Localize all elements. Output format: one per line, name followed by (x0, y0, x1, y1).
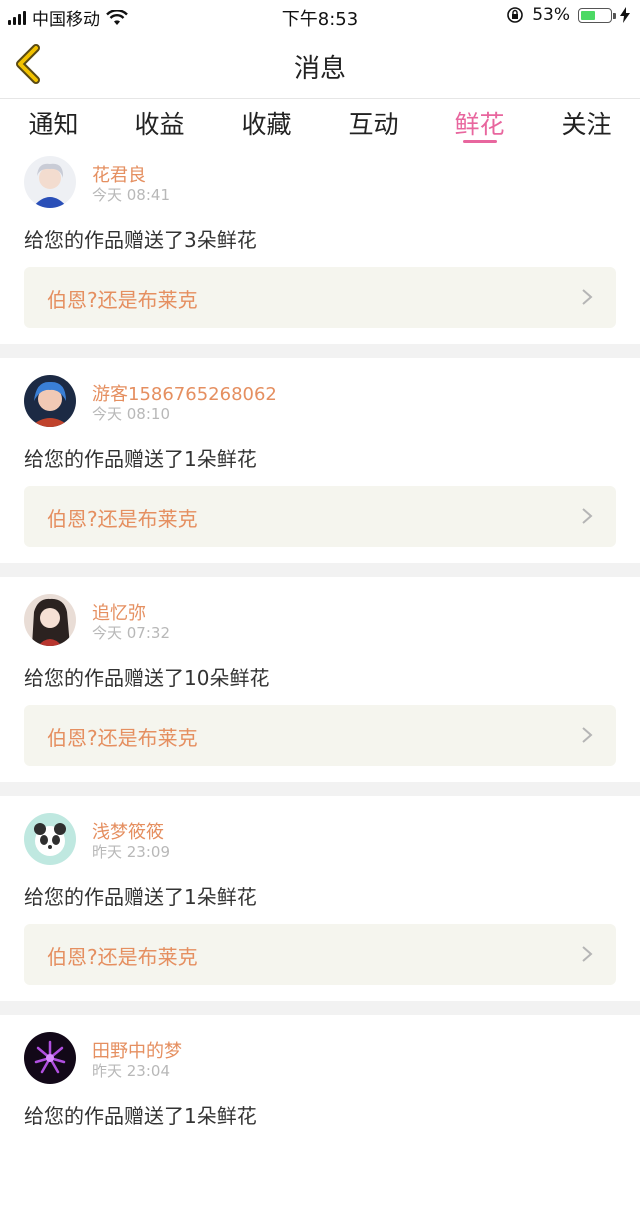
message-item: 游客1586765268062 今天 08:10 给您的作品赠送了1朵鲜花 伯恩… (0, 369, 640, 563)
tab-flowers[interactable]: 鲜花 (426, 105, 533, 141)
tab-interactions[interactable]: 互动 (320, 105, 427, 141)
work-title: 伯恩?还是布莱克 (47, 288, 198, 312)
message-time: 今天 08:41 (92, 186, 170, 204)
battery-percent: 53% (532, 5, 570, 25)
avatar[interactable] (24, 594, 76, 646)
chevron-right-icon (582, 727, 593, 743)
avatar[interactable] (24, 813, 76, 865)
avatar[interactable] (24, 375, 76, 427)
divider (0, 1001, 640, 1015)
work-link[interactable]: 伯恩?还是布莱克 (24, 486, 616, 547)
work-link[interactable]: 伯恩?还是布莱克 (24, 705, 616, 766)
orientation-lock-icon (507, 7, 524, 23)
message-list: 花君良 今天 08:41 给您的作品赠送了3朵鲜花 伯恩?还是布莱克 游客158… (0, 150, 640, 1220)
chevron-right-icon (582, 946, 593, 962)
message-time: 今天 08:10 (92, 405, 170, 423)
gift-text: 给您的作品赠送了1朵鲜花 (24, 447, 257, 471)
message-time: 昨天 23:04 (92, 1062, 170, 1080)
status-bar: 中国移动 下午8:53 53% (0, 0, 640, 32)
gift-text: 给您的作品赠送了3朵鲜花 (24, 228, 257, 252)
message-time: 昨天 23:09 (92, 843, 170, 861)
divider (0, 563, 640, 577)
message-time: 今天 07:32 (92, 624, 170, 642)
charging-icon (620, 7, 630, 23)
divider (0, 782, 640, 796)
work-title: 伯恩?还是布莱克 (47, 507, 198, 531)
work-link[interactable]: 伯恩?还是布莱克 (24, 267, 616, 328)
tab-bar: 通知 收益 收藏 互动 鲜花 关注 (0, 99, 640, 149)
battery-icon (578, 7, 616, 23)
tab-favorites[interactable]: 收藏 (213, 105, 320, 141)
tab-notifications[interactable]: 通知 (0, 105, 107, 141)
divider (0, 344, 640, 358)
work-title: 伯恩?还是布莱克 (47, 945, 198, 969)
avatar[interactable] (24, 156, 76, 208)
active-tab-indicator (463, 140, 497, 143)
message-item: 田野中的梦 昨天 23:04 给您的作品赠送了1朵鲜花 (0, 1026, 640, 1220)
nav-bar: 消息 (0, 32, 640, 99)
message-item: 浅梦筱筱 昨天 23:09 给您的作品赠送了1朵鲜花 伯恩?还是布莱克 (0, 807, 640, 1001)
message-item: 追忆弥 今天 07:32 给您的作品赠送了10朵鲜花 伯恩?还是布莱克 (0, 588, 640, 782)
tab-earnings[interactable]: 收益 (106, 105, 213, 141)
page-title: 消息 (293, 54, 346, 84)
gift-text: 给您的作品赠送了10朵鲜花 (24, 666, 270, 690)
work-title: 伯恩?还是布莱克 (47, 726, 198, 750)
chevron-right-icon (582, 508, 593, 524)
avatar[interactable] (24, 1032, 76, 1084)
message-item: 花君良 今天 08:41 给您的作品赠送了3朵鲜花 伯恩?还是布莱克 (0, 150, 640, 344)
work-link[interactable]: 伯恩?还是布莱克 (24, 924, 616, 985)
chevron-right-icon (582, 289, 593, 305)
gift-text: 给您的作品赠送了1朵鲜花 (24, 1104, 257, 1128)
gift-text: 给您的作品赠送了1朵鲜花 (24, 885, 257, 909)
tab-following[interactable]: 关注 (533, 105, 640, 141)
